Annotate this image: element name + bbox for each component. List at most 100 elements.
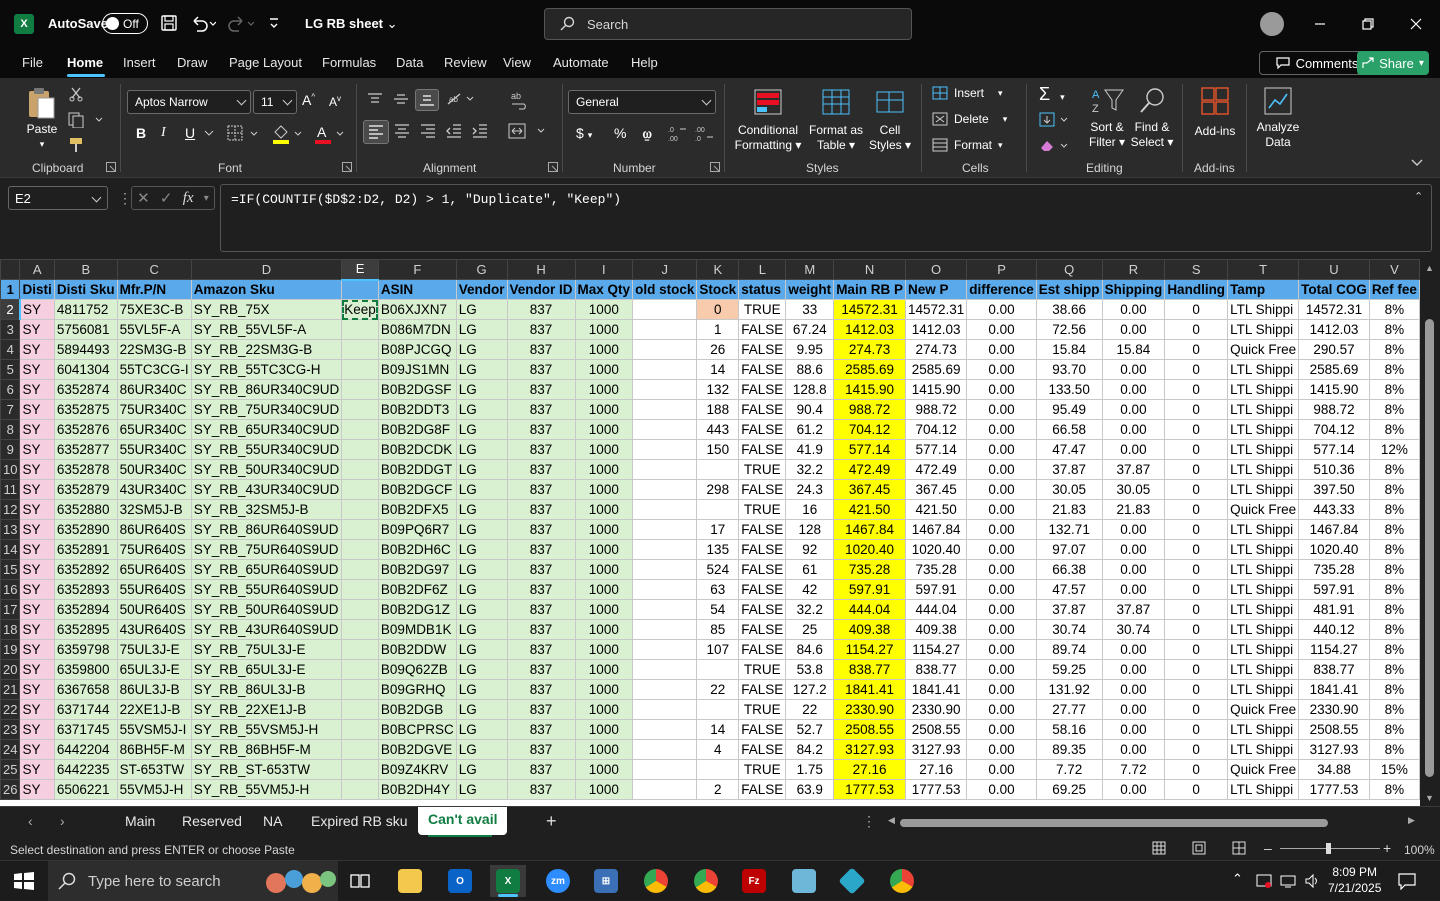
header-cell-i[interactable]: Max Qty bbox=[574, 279, 634, 300]
cell-j14[interactable] bbox=[632, 539, 698, 560]
outlook-icon[interactable]: O bbox=[442, 865, 478, 897]
cell-d16[interactable]: SY_RB_55UR640S9UD bbox=[190, 579, 343, 600]
cell-j9[interactable] bbox=[632, 439, 698, 460]
cell-p7[interactable]: 0.00 bbox=[966, 399, 1037, 420]
cell-n2[interactable]: 14572.31 bbox=[833, 299, 906, 320]
cell-g5[interactable]: LG bbox=[455, 359, 508, 380]
cell-o16[interactable]: 597.91 bbox=[904, 579, 968, 600]
cell-k24[interactable]: 4 bbox=[696, 739, 740, 760]
cell-n8[interactable]: 704.12 bbox=[833, 419, 906, 440]
cell-k3[interactable]: 1 bbox=[696, 319, 740, 340]
column-header-v[interactable]: V bbox=[1368, 259, 1420, 280]
calculator-icon[interactable]: ⊞ bbox=[588, 865, 624, 897]
find-select-button[interactable]: Find & Select ▾ bbox=[1130, 86, 1174, 150]
cell-g21[interactable]: LG bbox=[455, 679, 508, 700]
header-cell-m[interactable]: weight bbox=[785, 279, 835, 300]
fill-icon[interactable] bbox=[1039, 112, 1071, 128]
cell-s10[interactable]: 0 bbox=[1164, 459, 1229, 480]
column-header-d[interactable]: D bbox=[190, 259, 343, 280]
cell-o21[interactable]: 1841.41 bbox=[904, 679, 968, 700]
cell-t12[interactable]: Quick Free bbox=[1227, 499, 1300, 520]
cell-m23[interactable]: 52.7 bbox=[785, 719, 835, 740]
cell-s13[interactable]: 0 bbox=[1164, 519, 1229, 540]
cell-e6[interactable] bbox=[341, 379, 379, 400]
cell-l14[interactable]: FALSE bbox=[738, 539, 787, 560]
column-header-c[interactable]: C bbox=[116, 259, 192, 280]
cell-q13[interactable]: 132.71 bbox=[1035, 519, 1103, 540]
share-button[interactable]: Share ▾ bbox=[1357, 51, 1429, 75]
cell-i5[interactable]: 1000 bbox=[574, 359, 634, 380]
cell-p9[interactable]: 0.00 bbox=[966, 439, 1037, 460]
cell-s19[interactable]: 0 bbox=[1164, 639, 1229, 660]
cell-k25[interactable] bbox=[696, 759, 740, 780]
cell-t16[interactable]: LTL Shippi bbox=[1227, 579, 1300, 600]
cell-s7[interactable]: 0 bbox=[1164, 399, 1229, 420]
cell-u19[interactable]: 1154.27 bbox=[1298, 639, 1370, 660]
sheet-table[interactable]: ABCDEFGHIJKLMNOPQRSTUV 1 Disti Disti Sku Mf… bbox=[0, 259, 1420, 800]
cell-a9[interactable]: SY bbox=[19, 439, 55, 460]
cell-k12[interactable] bbox=[696, 499, 740, 520]
cell-s9[interactable]: 0 bbox=[1164, 439, 1229, 460]
cell-j23[interactable] bbox=[632, 719, 698, 740]
header-cell-g[interactable]: Vendor bbox=[455, 279, 508, 300]
cell-o3[interactable]: 1412.03 bbox=[904, 319, 968, 340]
row-header[interactable]: 10 bbox=[0, 459, 21, 480]
cell-a2[interactable]: SY bbox=[19, 299, 55, 320]
cell-a14[interactable]: SY bbox=[19, 539, 55, 560]
cell-r11[interactable]: 30.05 bbox=[1101, 479, 1166, 500]
cell-r16[interactable]: 0.00 bbox=[1101, 579, 1166, 600]
row-header[interactable]: 1 bbox=[0, 279, 21, 300]
cell-b13[interactable]: 6352890 bbox=[53, 519, 118, 540]
cell-s22[interactable]: 0 bbox=[1164, 699, 1229, 720]
cell-g25[interactable]: LG bbox=[455, 759, 508, 780]
minimize-icon[interactable] bbox=[1307, 10, 1333, 38]
cell-n16[interactable]: 597.91 bbox=[833, 579, 906, 600]
row-header[interactable]: 8 bbox=[0, 419, 21, 440]
align-left-icon[interactable] bbox=[363, 120, 389, 144]
cell-u4[interactable]: 290.57 bbox=[1298, 339, 1370, 360]
zoom-in-icon[interactable]: + bbox=[1383, 840, 1391, 856]
format-painter-icon[interactable] bbox=[68, 136, 84, 154]
header-cell-b[interactable]: Disti Sku bbox=[53, 279, 118, 300]
select-all-corner[interactable] bbox=[0, 259, 21, 280]
cell-o12[interactable]: 421.50 bbox=[904, 499, 968, 520]
cell-c19[interactable]: 75UL3J-E bbox=[116, 639, 192, 660]
cell-n17[interactable]: 444.04 bbox=[833, 599, 906, 620]
cell-v4[interactable]: 8% bbox=[1368, 339, 1420, 360]
cell-m12[interactable]: 16 bbox=[785, 499, 835, 520]
cell-j6[interactable] bbox=[632, 379, 698, 400]
cell-q21[interactable]: 131.92 bbox=[1035, 679, 1103, 700]
row-header[interactable]: 23 bbox=[0, 719, 21, 740]
cell-u8[interactable]: 704.12 bbox=[1298, 419, 1370, 440]
cell-b11[interactable]: 6352879 bbox=[53, 479, 118, 500]
cell-a11[interactable]: SY bbox=[19, 479, 55, 500]
cell-c13[interactable]: 86UR640S bbox=[116, 519, 192, 540]
cell-l20[interactable]: TRUE bbox=[738, 659, 787, 680]
customize-toolbar-icon[interactable] bbox=[268, 14, 280, 32]
cell-a10[interactable]: SY bbox=[19, 459, 55, 480]
cell-r23[interactable]: 0.00 bbox=[1101, 719, 1166, 740]
header-cell-p[interactable]: difference bbox=[966, 279, 1037, 300]
menu-review[interactable]: Review bbox=[444, 55, 487, 70]
cell-g12[interactable]: LG bbox=[455, 499, 508, 520]
cell-b12[interactable]: 6352880 bbox=[53, 499, 118, 520]
row-header[interactable]: 7 bbox=[0, 399, 21, 420]
cell-n18[interactable]: 409.38 bbox=[833, 619, 906, 640]
name-box[interactable]: E2 bbox=[8, 186, 108, 210]
cell-t26[interactable]: LTL Shippi bbox=[1227, 779, 1300, 800]
column-header-i[interactable]: I bbox=[574, 259, 634, 280]
cell-d20[interactable]: SY_RB_65UL3J-E bbox=[190, 659, 343, 680]
cell-i25[interactable]: 1000 bbox=[574, 759, 634, 780]
zoom-out-icon[interactable]: – bbox=[1264, 840, 1272, 856]
cell-b14[interactable]: 6352891 bbox=[53, 539, 118, 560]
cell-l22[interactable]: TRUE bbox=[738, 699, 787, 720]
cell-b15[interactable]: 6352892 bbox=[53, 559, 118, 580]
cell-a17[interactable]: SY bbox=[19, 599, 55, 620]
cell-p3[interactable]: 0.00 bbox=[966, 319, 1037, 340]
cell-h6[interactable]: 837 bbox=[506, 379, 576, 400]
normal-view-icon[interactable] bbox=[1152, 841, 1166, 855]
cell-v14[interactable]: 8% bbox=[1368, 539, 1420, 560]
analyze-data-button[interactable]: Analyze Data bbox=[1252, 86, 1304, 150]
cell-l3[interactable]: FALSE bbox=[738, 319, 787, 340]
cell-v17[interactable]: 8% bbox=[1368, 599, 1420, 620]
